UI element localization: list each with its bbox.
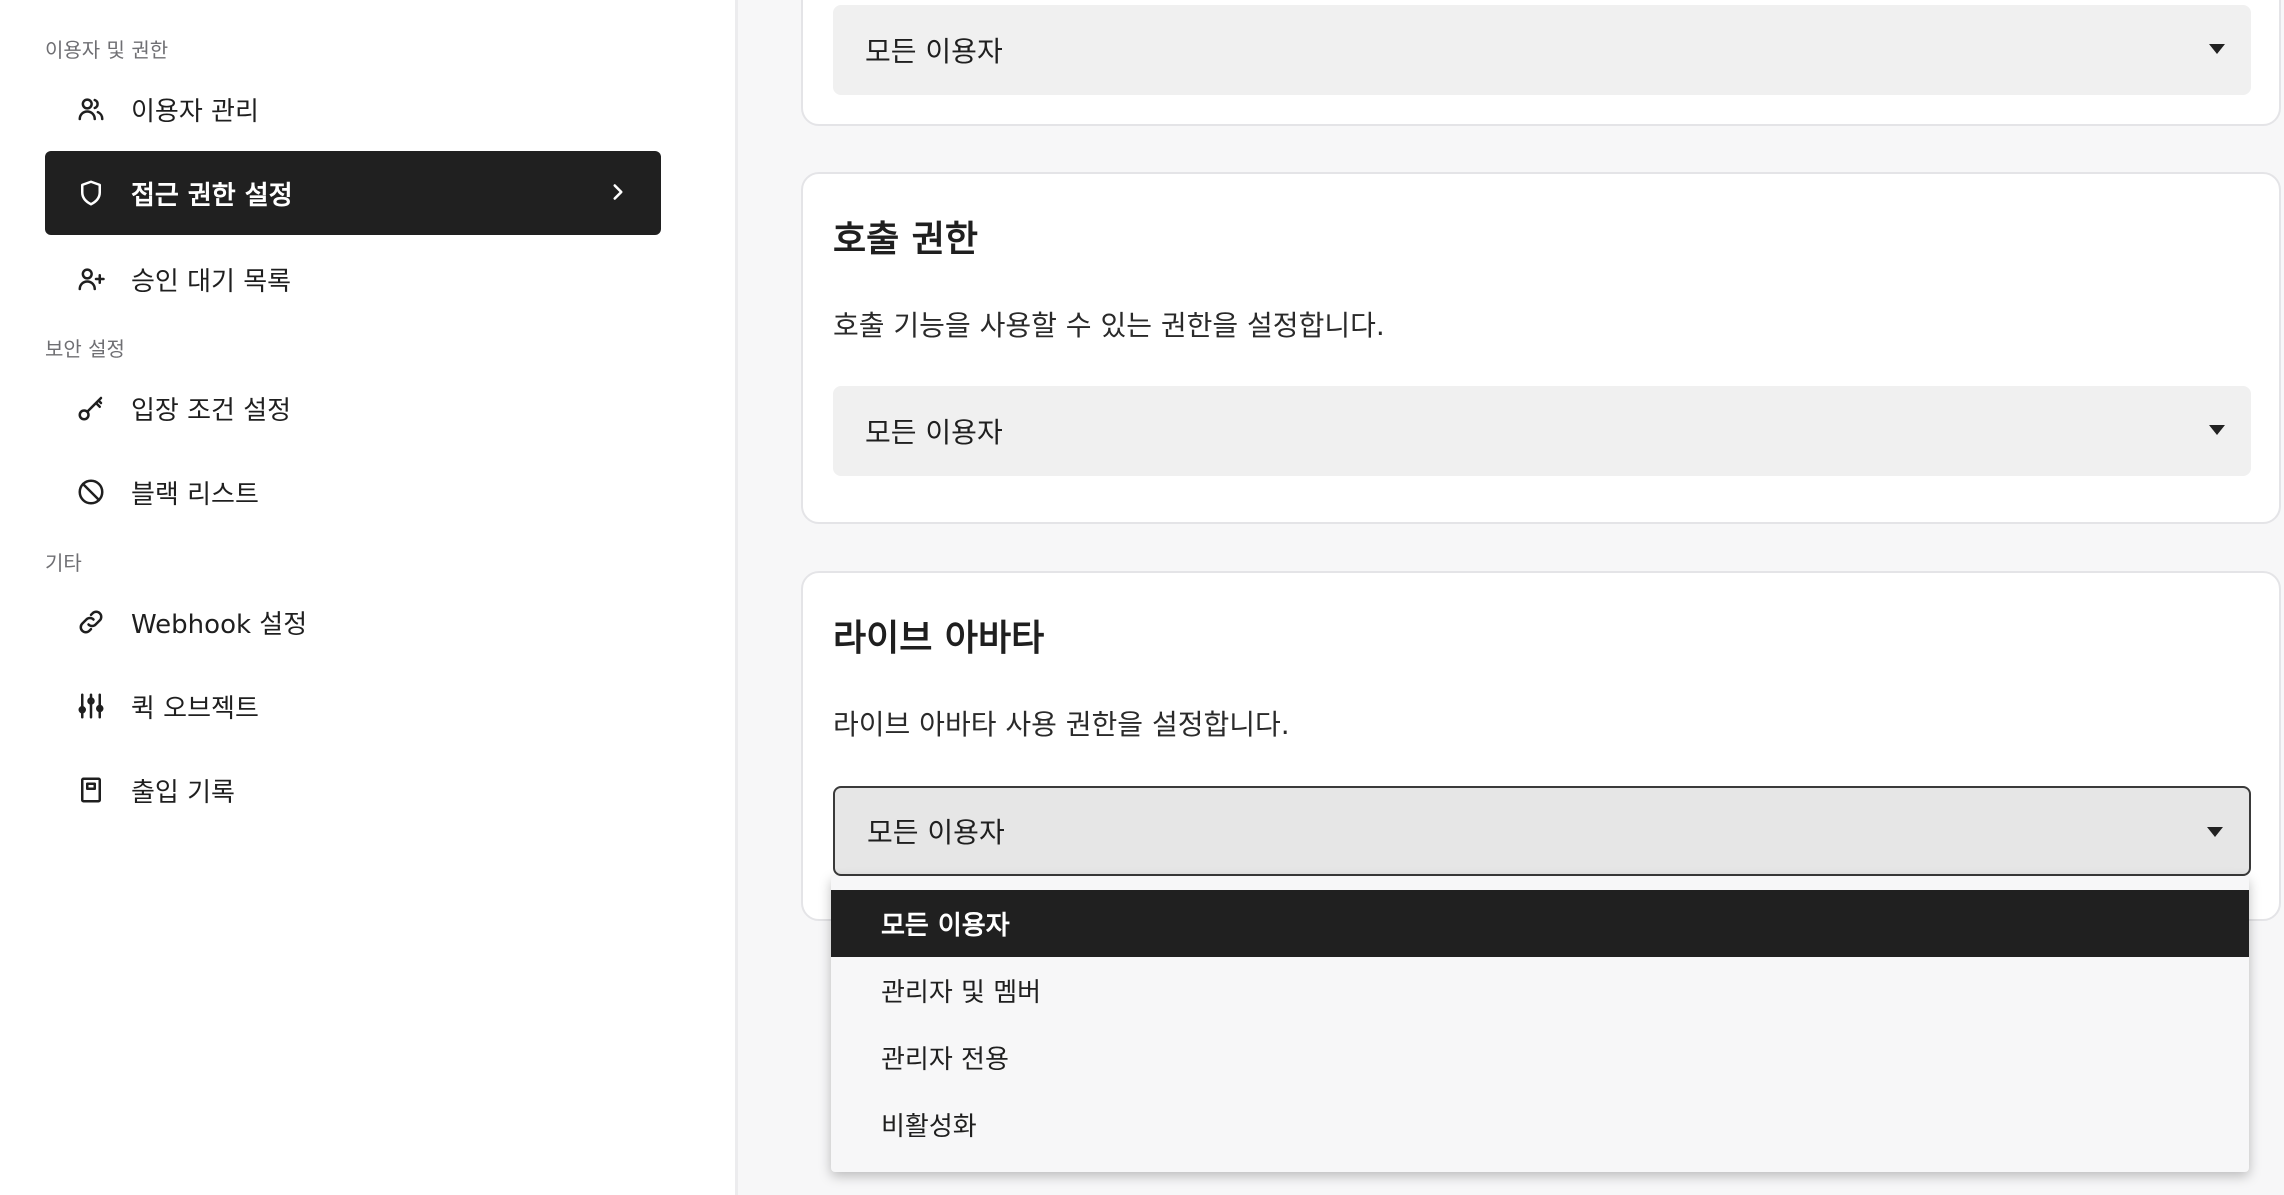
sidebar-item-pending-approval[interactable]: 승인 대기 목록 bbox=[45, 237, 661, 321]
sidebar-item-label: Webhook 설정 bbox=[131, 609, 308, 640]
dropdown-option-admins-only[interactable]: 관리자 전용 bbox=[831, 1024, 2249, 1091]
dropdown-option-disabled[interactable]: 비활성화 bbox=[831, 1091, 2249, 1158]
dropdown-option-all-users[interactable]: 모든 이용자 bbox=[831, 890, 2249, 957]
sliders-icon bbox=[75, 690, 107, 722]
sidebar-item-label: 접근 권한 설정 bbox=[131, 180, 293, 211]
sidebar-item-label: 이용자 관리 bbox=[131, 96, 259, 127]
sidebar-item-quick-object[interactable]: 퀵 오브젝트 bbox=[45, 664, 661, 748]
live-avatar-dropdown-menu: 모든 이용자 관리자 및 멤버 관리자 전용 비활성화 bbox=[831, 876, 2249, 1172]
section-label-security: 보안 설정 bbox=[45, 337, 125, 361]
chevron-right-icon bbox=[605, 179, 631, 205]
sidebar-item-webhook[interactable]: Webhook 설정 bbox=[45, 580, 661, 664]
card-description: 호출 기능을 사용할 수 있는 권한을 설정합니다. bbox=[833, 309, 1385, 342]
section-label-etc: 기타 bbox=[45, 551, 82, 575]
dropdown-option-admins-members[interactable]: 관리자 및 멤버 bbox=[831, 957, 2249, 1024]
call-permission-select[interactable]: 모든 이용자 bbox=[833, 386, 2251, 476]
sidebar-item-access-log[interactable]: 출입 기록 bbox=[45, 748, 661, 832]
caret-down-icon bbox=[2207, 41, 2227, 55]
users-icon bbox=[75, 93, 107, 125]
user-plus-icon bbox=[75, 263, 107, 295]
card-title: 호출 권한 bbox=[833, 219, 979, 260]
sidebar-item-label: 블랙 리스트 bbox=[131, 479, 259, 510]
sidebar-item-user-management[interactable]: 이용자 관리 bbox=[45, 67, 661, 151]
live-avatar-select[interactable]: 모든 이용자 bbox=[833, 786, 2251, 876]
sidebar-item-entry-conditions[interactable]: 입장 조건 설정 bbox=[45, 366, 661, 450]
link-icon bbox=[75, 606, 107, 638]
sidebar: 이용자 및 권한 이용자 관리 접근 권한 설정 승인 대기 목록 보안 설정 … bbox=[0, 0, 738, 1195]
caret-down-icon bbox=[2205, 824, 2225, 838]
sidebar-item-label: 출입 기록 bbox=[131, 777, 235, 808]
key-icon bbox=[75, 392, 107, 424]
sidebar-item-access-permissions[interactable]: 접근 권한 설정 bbox=[45, 151, 661, 235]
card-description: 라이브 아바타 사용 권한을 설정합니다. bbox=[833, 708, 1290, 741]
select-value: 모든 이용자 bbox=[865, 35, 1003, 68]
section-label-users-permissions: 이용자 및 권한 bbox=[45, 38, 169, 62]
live-avatar-card: 라이브 아바타 라이브 아바타 사용 권한을 설정합니다. 모든 이용자 bbox=[801, 571, 2281, 921]
caret-down-icon bbox=[2207, 422, 2227, 436]
shield-icon bbox=[75, 177, 107, 209]
call-permission-card: 호출 권한 호출 기능을 사용할 수 있는 권한을 설정합니다. 모든 이용자 bbox=[801, 172, 2281, 524]
sidebar-item-blacklist[interactable]: 블랙 리스트 bbox=[45, 450, 661, 534]
sidebar-item-label: 퀵 오브젝트 bbox=[131, 693, 259, 724]
log-book-icon bbox=[75, 774, 107, 806]
top-permission-select[interactable]: 모든 이용자 bbox=[833, 5, 2251, 95]
select-value: 모든 이용자 bbox=[867, 816, 1005, 849]
permission-card-top: 모든 이용자 bbox=[801, 0, 2281, 126]
select-value: 모든 이용자 bbox=[865, 416, 1003, 449]
sidebar-item-label: 승인 대기 목록 bbox=[131, 266, 292, 297]
ban-icon bbox=[75, 476, 107, 508]
sidebar-item-label: 입장 조건 설정 bbox=[131, 395, 292, 426]
card-title: 라이브 아바타 bbox=[833, 618, 1045, 659]
